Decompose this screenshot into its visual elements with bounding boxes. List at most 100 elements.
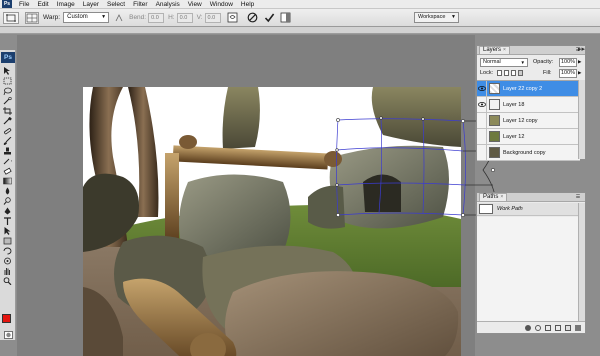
gradient-tool-icon[interactable] [1, 176, 14, 185]
opacity-input[interactable]: 100% [559, 58, 577, 67]
quick-selection-tool-icon[interactable] [1, 96, 14, 105]
brush-tool-icon[interactable] [1, 136, 14, 145]
marquee-tool-icon[interactable] [1, 76, 14, 85]
eyedropper-tool-icon[interactable] [1, 116, 14, 125]
lock-all-icon[interactable] [518, 70, 523, 76]
toggle-panels-button[interactable] [280, 12, 292, 24]
menu-view[interactable]: View [184, 0, 206, 9]
lasso-tool-icon[interactable] [1, 86, 14, 95]
bend-label: Bend: [129, 14, 147, 21]
path-selection-tool-icon[interactable] [1, 226, 14, 235]
switch-mode-button[interactable] [227, 12, 239, 24]
load-selection-icon[interactable] [545, 324, 551, 331]
zoom-tool-icon[interactable] [1, 276, 14, 285]
pen-tool-icon[interactable] [1, 206, 14, 215]
workspace-switcher[interactable]: Workspace ▼ [414, 12, 459, 23]
warp-style-select[interactable]: Custom ▼ [63, 12, 110, 23]
move-tool-icon[interactable] [1, 66, 14, 75]
path-thumbnail [479, 204, 493, 214]
menu-window[interactable]: Window [206, 0, 237, 9]
paths-scrollbar[interactable] [578, 203, 585, 321]
chevron-down-icon: ▼ [101, 14, 107, 20]
tool-preset-picker[interactable] [3, 11, 19, 24]
reference-point-button[interactable] [25, 11, 39, 24]
delete-path-icon[interactable] [575, 324, 581, 331]
menu-help[interactable]: Help [237, 0, 258, 9]
layer-thumbnail [489, 83, 500, 94]
warp-orientation-button[interactable] [113, 12, 125, 24]
eye-icon[interactable] [477, 80, 487, 97]
layer-row[interactable]: Layer 18 [477, 96, 580, 113]
dodge-tool-icon[interactable] [1, 196, 14, 205]
layer-thumbnail [489, 99, 500, 110]
layer-row[interactable]: Layer 12 copy [477, 112, 580, 129]
stroke-path-icon[interactable] [535, 324, 541, 331]
menu-file[interactable]: File [15, 0, 33, 9]
commit-transform-button[interactable] [264, 12, 276, 24]
quick-mask-icon[interactable] [2, 330, 15, 339]
layer-row[interactable]: Background copy [477, 144, 580, 161]
bend-input[interactable]: 0.0 [148, 12, 165, 23]
3d-camera-tool-icon[interactable] [1, 256, 14, 265]
layer-thumbnail [489, 131, 500, 142]
panel-collapse-icon[interactable]: ▸▸ [578, 45, 598, 53]
paths-tab-label: Paths [483, 194, 499, 200]
foreground-color-swatch[interactable] [2, 314, 11, 323]
h-distortion-input[interactable]: 0.0 [176, 12, 193, 23]
paths-panel-header: Paths × [477, 193, 585, 202]
lock-position-icon[interactable] [511, 70, 516, 76]
close-icon[interactable]: × [500, 194, 503, 201]
lock-label: Lock: [480, 70, 494, 76]
clone-stamp-tool-icon[interactable] [1, 146, 14, 155]
eraser-tool-icon[interactable] [1, 166, 14, 175]
panel-menu-icon[interactable]: ☰ [574, 194, 582, 201]
make-work-path-icon[interactable] [555, 324, 561, 331]
crop-tool-icon[interactable] [1, 106, 14, 115]
layer-row[interactable]: Layer 22 copy 2 [477, 80, 580, 97]
history-brush-tool-icon[interactable] [1, 156, 14, 165]
eye-icon[interactable] [477, 112, 487, 129]
tab-layers[interactable]: Layers × [479, 46, 510, 54]
v-distortion-input[interactable]: 0.0 [204, 12, 221, 23]
menu-image[interactable]: Image [53, 0, 79, 9]
h-distortion-label: H: [168, 14, 175, 21]
new-path-icon[interactable] [565, 324, 571, 331]
opacity-slider-icon[interactable]: ▶ [578, 59, 581, 65]
fill-label: Fill: [543, 70, 552, 76]
lock-image-icon[interactable] [504, 70, 509, 76]
menu-bar: Ps File Edit Image Layer Select Filter A… [0, 0, 600, 9]
hand-tool-icon[interactable] [1, 266, 14, 275]
path-row[interactable]: Work Path [477, 203, 580, 216]
layer-row[interactable]: Layer 12 [477, 128, 580, 145]
opacity-label: Opacity: [533, 59, 554, 65]
menu-filter[interactable]: Filter [129, 0, 151, 9]
type-tool-icon[interactable] [1, 216, 14, 225]
menu-analysis[interactable]: Analysis [152, 0, 184, 9]
transform-icon [6, 13, 16, 22]
3d-rotate-tool-icon[interactable] [1, 246, 14, 255]
options-bar: Warp: Custom ▼ Bend: 0.0 H: 0.0 V: 0.0 W… [0, 9, 600, 27]
menu-layer[interactable]: Layer [79, 0, 103, 9]
fill-input[interactable]: 100% [559, 69, 577, 78]
switch-warp-free-transform-icon [227, 12, 238, 23]
eye-icon[interactable] [477, 144, 487, 161]
cancel-transform-button[interactable] [247, 12, 259, 24]
layer-name: Layer 22 copy 2 [503, 85, 543, 92]
menu-select[interactable]: Select [103, 0, 129, 9]
layer-name: Layer 12 copy [503, 117, 538, 124]
fill-path-icon[interactable] [525, 324, 531, 331]
blend-mode-select[interactable]: Normal ▼ [480, 58, 528, 67]
menu-edit[interactable]: Edit [33, 0, 52, 9]
chevron-down-icon: ▼ [451, 14, 456, 20]
app-badge: Ps [2, 0, 12, 8]
lock-transparency-icon[interactable] [497, 70, 502, 76]
layers-scrollbar[interactable] [578, 80, 585, 159]
blur-tool-icon[interactable] [1, 186, 14, 195]
close-icon[interactable]: × [503, 47, 506, 54]
fill-slider-icon[interactable]: ▶ [578, 70, 581, 76]
tab-paths[interactable]: Paths × [479, 193, 508, 201]
eye-icon[interactable] [477, 96, 487, 113]
eye-icon[interactable] [477, 128, 487, 145]
healing-brush-tool-icon[interactable] [1, 126, 14, 135]
shape-tool-icon[interactable] [1, 236, 14, 245]
